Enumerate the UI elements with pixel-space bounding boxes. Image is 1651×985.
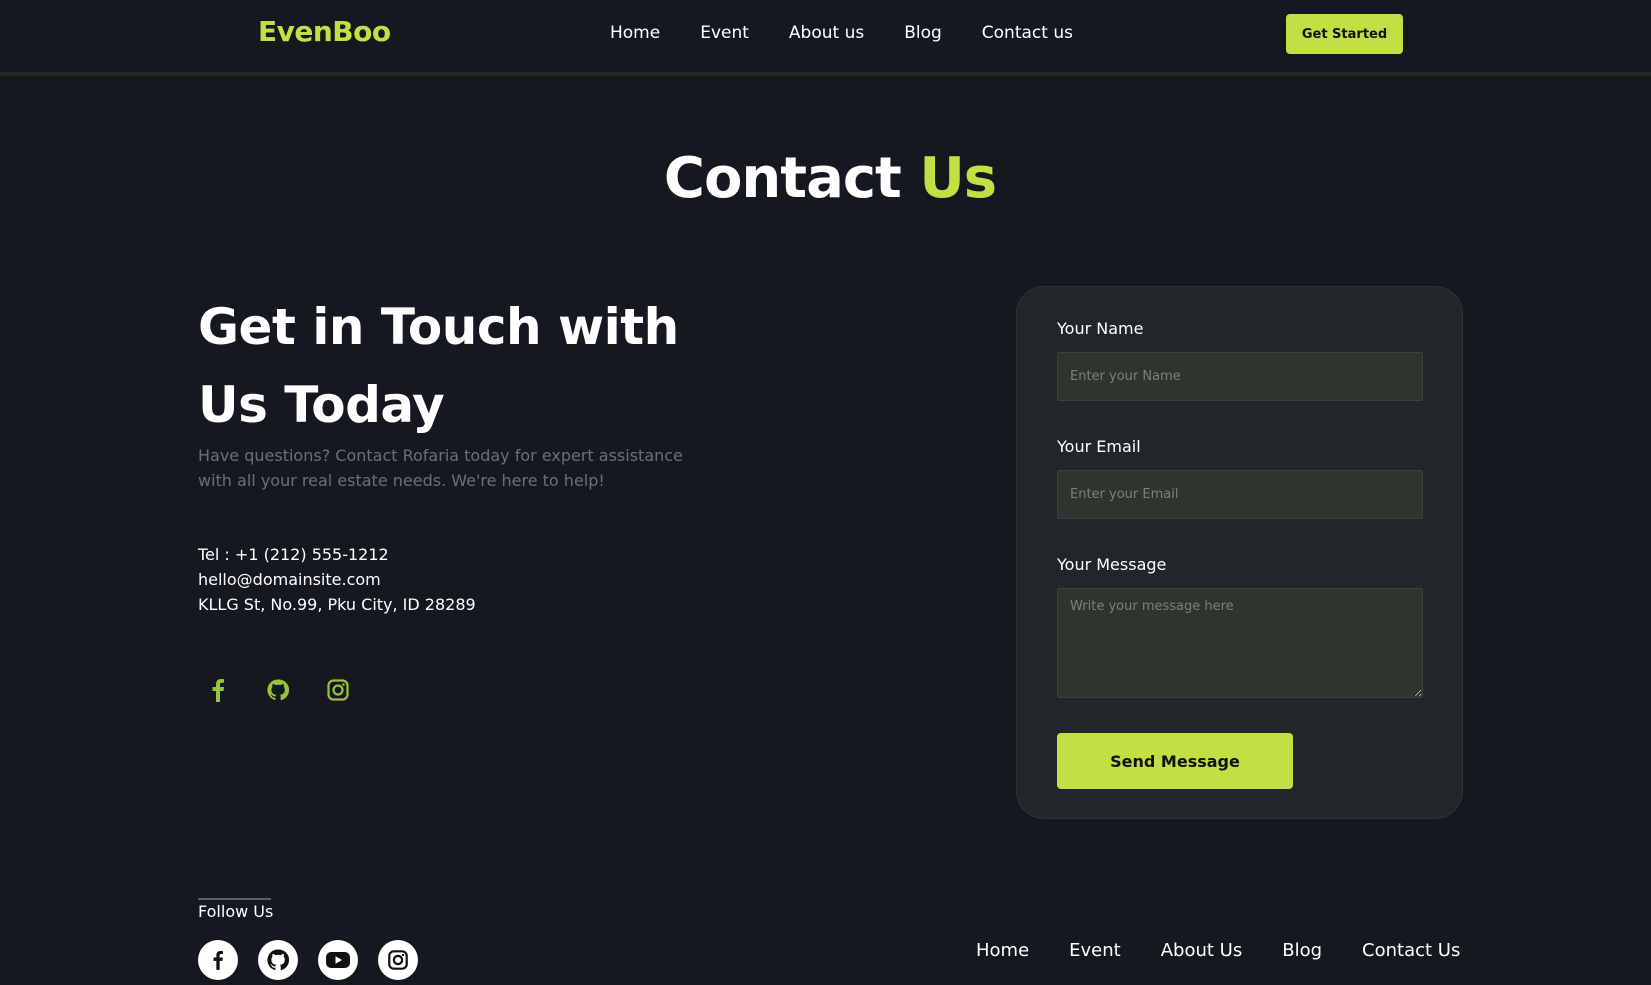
github-icon[interactable]: [258, 670, 298, 710]
footer-link-about[interactable]: About Us: [1161, 940, 1243, 961]
github-icon[interactable]: [258, 940, 298, 980]
main-nav: Home Event About us Blog Contact us: [610, 23, 1113, 43]
lead-line-2: with all your real estate needs. We're h…: [198, 471, 605, 490]
contact-form: Your Name Your Email Your Message Send M…: [1016, 286, 1463, 819]
instagram-icon[interactable]: [318, 670, 358, 710]
name-field[interactable]: [1057, 352, 1423, 401]
contact-details: Tel : +1 (212) 555-1212 hello@domainsite…: [198, 542, 476, 617]
contact-social-links: [198, 670, 378, 710]
follow-divider: [198, 898, 271, 900]
nav-link-about[interactable]: About us: [789, 23, 864, 43]
email-address[interactable]: hello@domainsite.com: [198, 567, 476, 592]
facebook-icon[interactable]: [198, 670, 238, 710]
postal-address: KLLG St, No.99, Pku City, ID 28289: [198, 595, 476, 614]
instagram-icon[interactable]: [378, 940, 418, 980]
send-message-button[interactable]: Send Message: [1057, 733, 1293, 789]
headline-line-2: Us Today: [198, 376, 445, 434]
message-label: Your Message: [1057, 555, 1167, 574]
contact-headline: Get in Touch with Us Today: [198, 288, 718, 444]
page-title: Contact Us: [0, 146, 1651, 211]
contact-lead-text: Have questions? Contact Rofaria today fo…: [198, 443, 718, 493]
top-navbar: EvenBoo Home Event About us Blog Contact…: [0, 0, 1651, 76]
footer-link-contact[interactable]: Contact Us: [1362, 940, 1460, 961]
nav-link-event[interactable]: Event: [700, 23, 749, 43]
footer-link-blog[interactable]: Blog: [1282, 940, 1322, 961]
page-title-main: Contact: [663, 146, 902, 211]
contact-page: EvenBoo Home Event About us Blog Contact…: [0, 0, 1651, 985]
nav-link-blog[interactable]: Blog: [904, 23, 942, 43]
follow-us-label: Follow Us: [198, 902, 274, 921]
lead-line-1: Have questions? Contact Rofaria today fo…: [198, 446, 683, 465]
phone-number: Tel : +1 (212) 555-1212: [198, 545, 389, 564]
nav-link-home[interactable]: Home: [610, 23, 660, 43]
footer-link-event[interactable]: Event: [1069, 940, 1121, 961]
footer-link-home[interactable]: Home: [976, 940, 1029, 961]
nav-link-contact[interactable]: Contact us: [982, 23, 1073, 43]
youtube-icon[interactable]: [318, 940, 358, 980]
email-field[interactable]: [1057, 470, 1423, 519]
email-label: Your Email: [1057, 437, 1141, 456]
name-label: Your Name: [1057, 319, 1144, 338]
headline-line-1: Get in Touch with: [198, 298, 679, 356]
brand-logo[interactable]: EvenBoo: [258, 15, 391, 48]
footer-social-links: [198, 940, 438, 980]
page-title-accent: Us: [919, 146, 997, 211]
message-field[interactable]: [1057, 588, 1423, 698]
footer-nav: Home Event About Us Blog Contact Us: [976, 940, 1500, 961]
get-started-button[interactable]: Get Started: [1286, 14, 1403, 54]
facebook-icon[interactable]: [198, 940, 238, 980]
